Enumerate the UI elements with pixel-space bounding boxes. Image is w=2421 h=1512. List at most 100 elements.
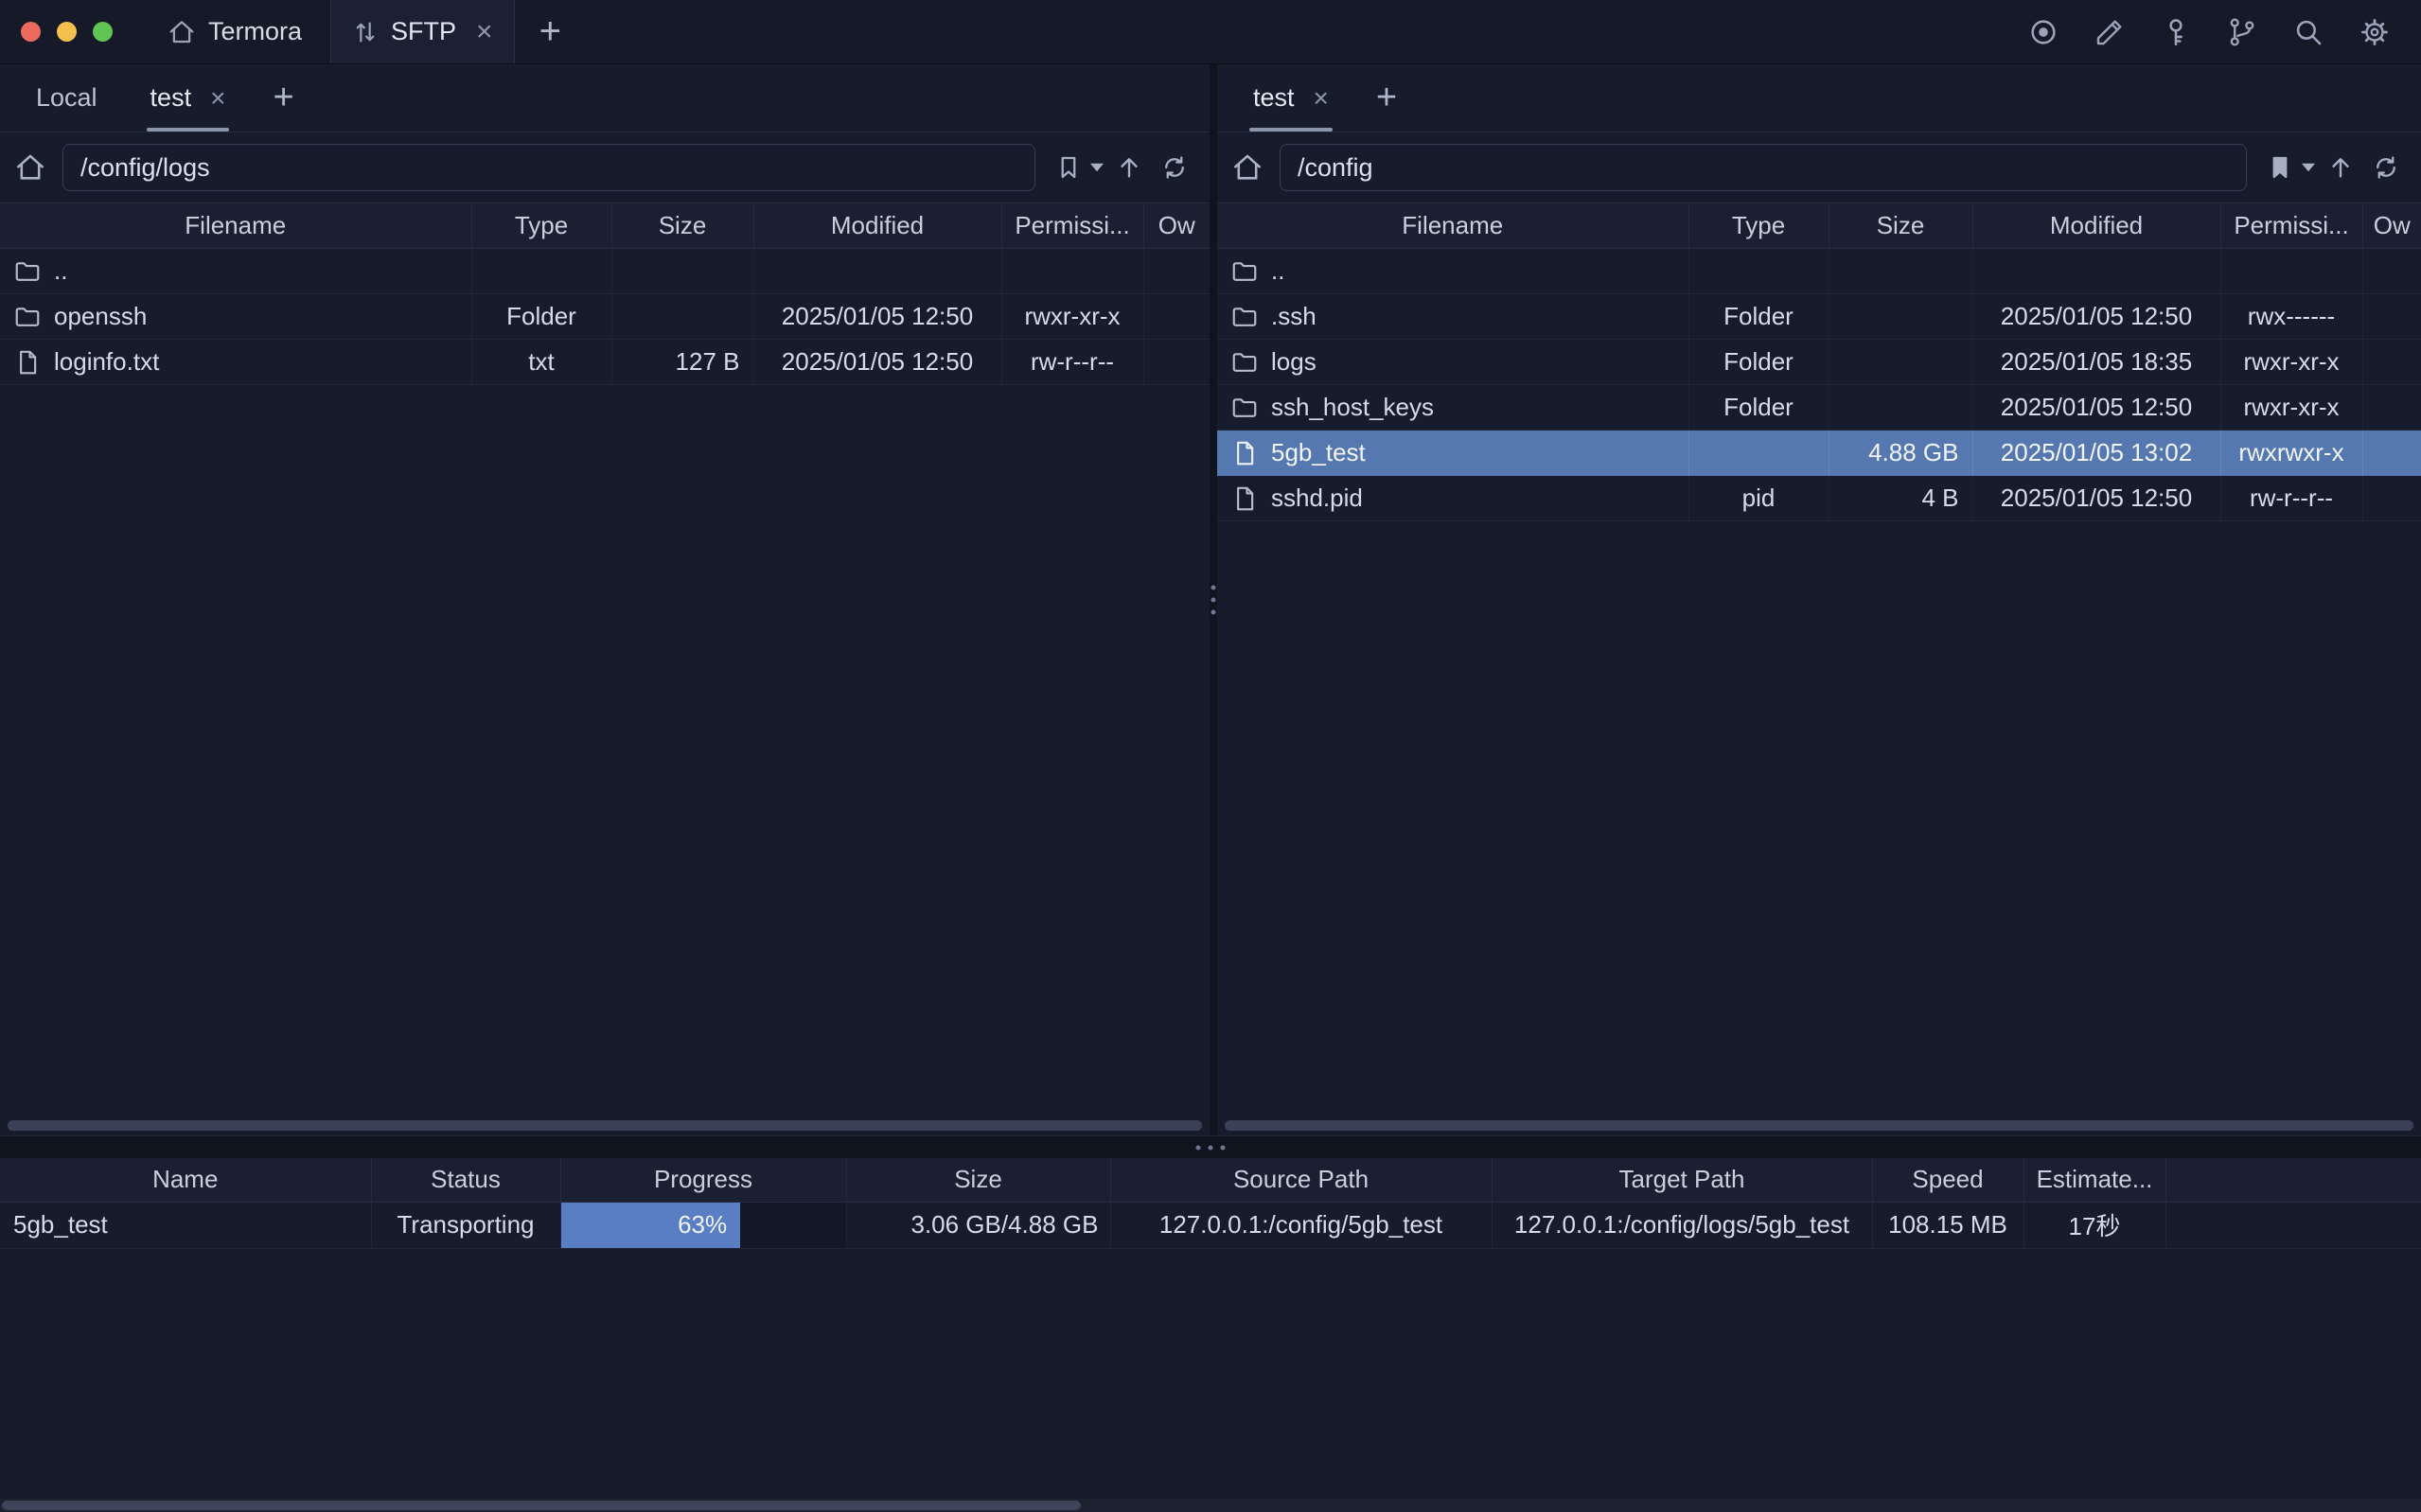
local-path-input[interactable] <box>62 144 1035 191</box>
close-icon[interactable]: × <box>476 18 493 46</box>
file-modified: 2025/01/05 12:50 <box>1972 385 2220 431</box>
file-row[interactable]: logs Folder 2025/01/05 18:35 rwxr-xr-x <box>1217 340 2421 385</box>
record-icon[interactable] <box>2027 16 2059 48</box>
file-size <box>1829 249 1972 294</box>
transfer-name: 5gb_test <box>0 1202 371 1248</box>
drag-handle-icon <box>1211 586 1216 615</box>
tab-sftp[interactable]: SFTP × <box>330 0 515 63</box>
column-header-filename[interactable]: Filename <box>0 203 471 249</box>
home-icon[interactable] <box>1228 149 1266 186</box>
tab-termora[interactable]: Termora <box>139 0 330 63</box>
file-row[interactable]: .ssh Folder 2025/01/05 12:50 rwx------ <box>1217 294 2421 340</box>
horizontal-scrollbar[interactable] <box>1225 1120 2413 1131</box>
file-size: 4 B <box>1829 476 1972 521</box>
file-modified: 2025/01/05 13:02 <box>1972 431 2220 476</box>
file-type: txt <box>471 340 611 385</box>
close-icon[interactable]: × <box>1314 85 1329 112</box>
new-tab-button[interactable]: + <box>515 0 586 63</box>
transfer-queue: Name Status Progress Size Source Path Ta… <box>0 1158 2421 1512</box>
transfer-header-row: Name Status Progress Size Source Path Ta… <box>0 1158 2421 1202</box>
file-name: logs <box>1271 347 1317 377</box>
progress-percent-label: 63% <box>678 1210 727 1239</box>
file-row[interactable]: openssh Folder 2025/01/05 12:50 rwxr-xr-… <box>0 294 1210 340</box>
key-icon[interactable] <box>2160 16 2192 48</box>
column-header-estimate: Estimate... <box>2023 1158 2165 1202</box>
file-type: Folder <box>471 294 611 340</box>
add-tab-button-right[interactable]: + <box>1355 64 1418 132</box>
file-row[interactable]: .. <box>0 249 1210 294</box>
remote-path-input[interactable] <box>1280 144 2247 191</box>
edit-icon[interactable] <box>2094 16 2126 48</box>
refresh-icon[interactable] <box>1155 147 1194 188</box>
file-permissions <box>2220 249 2362 294</box>
file-row[interactable]: loginfo.txt txt 127 B 2025/01/05 12:50 r… <box>0 340 1210 385</box>
close-icon[interactable]: × <box>210 85 225 112</box>
file-size <box>611 249 753 294</box>
bookmark-icon[interactable] <box>1049 147 1088 188</box>
search-icon[interactable] <box>2292 16 2324 48</box>
column-header-filename[interactable]: Filename <box>1217 203 1688 249</box>
horizontal-scrollbar[interactable] <box>8 1120 1202 1131</box>
file-type: Folder <box>1688 294 1829 340</box>
file-icon <box>13 348 42 377</box>
tab-local[interactable]: Local <box>9 64 124 132</box>
column-header-permissions[interactable]: Permissi... <box>1001 203 1143 249</box>
file-permissions: rw-r--r-- <box>2220 476 2362 521</box>
file-row[interactable]: .. <box>1217 249 2421 294</box>
file-type: pid <box>1688 476 1829 521</box>
file-type <box>1688 249 1829 294</box>
column-header-size[interactable]: Size <box>611 203 753 249</box>
column-header-target-path: Target Path <box>1492 1158 1872 1202</box>
traffic-lights <box>0 0 139 63</box>
chevron-down-icon[interactable] <box>2302 163 2315 172</box>
column-header-type[interactable]: Type <box>1688 203 1829 249</box>
column-header-status: Status <box>371 1158 560 1202</box>
column-header-modified[interactable]: Modified <box>753 203 1001 249</box>
settings-icon[interactable] <box>2359 16 2391 48</box>
tab-test-right[interactable]: test × <box>1227 64 1355 132</box>
file-row[interactable]: ssh_host_keys Folder 2025/01/05 12:50 rw… <box>1217 385 2421 431</box>
file-row[interactable]: sshd.pid pid 4 B 2025/01/05 12:50 rw-r--… <box>1217 476 2421 521</box>
bookmark-icon[interactable] <box>2260 147 2300 188</box>
column-header-owner[interactable]: Ow <box>1143 203 1210 249</box>
minimize-window-button[interactable] <box>57 22 77 42</box>
chevron-down-icon[interactable] <box>1090 163 1104 172</box>
file-permissions: rwx------ <box>2220 294 2362 340</box>
transfer-row[interactable]: 5gb_test Transporting 63% 3.06 GB/4.88 G… <box>0 1202 2421 1248</box>
parent-directory-icon[interactable] <box>2321 147 2360 188</box>
file-modified <box>1972 249 2220 294</box>
column-header-type[interactable]: Type <box>471 203 611 249</box>
local-pane-tabs: Local test × + <box>0 64 1210 132</box>
file-name: .. <box>54 256 67 286</box>
folder-icon <box>1230 257 1259 286</box>
home-icon[interactable] <box>11 149 49 186</box>
remote-pathbar <box>1217 132 2421 202</box>
refresh-icon[interactable] <box>2366 147 2406 188</box>
column-header-modified[interactable]: Modified <box>1972 203 2220 249</box>
file-permissions <box>1001 249 1143 294</box>
column-header-owner[interactable]: Ow <box>2362 203 2421 249</box>
tab-test-left[interactable]: test × <box>124 64 253 132</box>
transfer-panel-splitter[interactable] <box>0 1135 2421 1158</box>
progress-bar-fill: 63% <box>561 1203 741 1248</box>
local-pane: Local test × + <box>0 64 1210 1135</box>
column-header-size[interactable]: Size <box>1829 203 1972 249</box>
transfer-progress-cell: 63% <box>560 1202 846 1248</box>
add-tab-button-left[interactable]: + <box>252 64 314 132</box>
column-header-permissions[interactable]: Permissi... <box>2220 203 2362 249</box>
parent-directory-icon[interactable] <box>1109 147 1149 188</box>
pane-splitter[interactable] <box>1210 64 1217 1135</box>
home-icon <box>168 18 196 46</box>
transfer-status: Transporting <box>371 1202 560 1248</box>
folder-icon <box>1230 303 1259 331</box>
folder-icon <box>13 303 42 331</box>
zoom-window-button[interactable] <box>93 22 113 42</box>
transfer-size: 3.06 GB/4.88 GB <box>846 1202 1110 1248</box>
branch-icon[interactable] <box>2226 16 2258 48</box>
progress-bar: 63% <box>561 1203 846 1248</box>
remote-path-actions <box>2260 147 2406 188</box>
scrollbar-thumb[interactable] <box>2 1501 1081 1510</box>
column-header-name: Name <box>0 1158 371 1202</box>
close-window-button[interactable] <box>21 22 41 42</box>
file-row-selected[interactable]: 5gb_test 4.88 GB 2025/01/05 13:02 rwxrwx… <box>1217 431 2421 476</box>
